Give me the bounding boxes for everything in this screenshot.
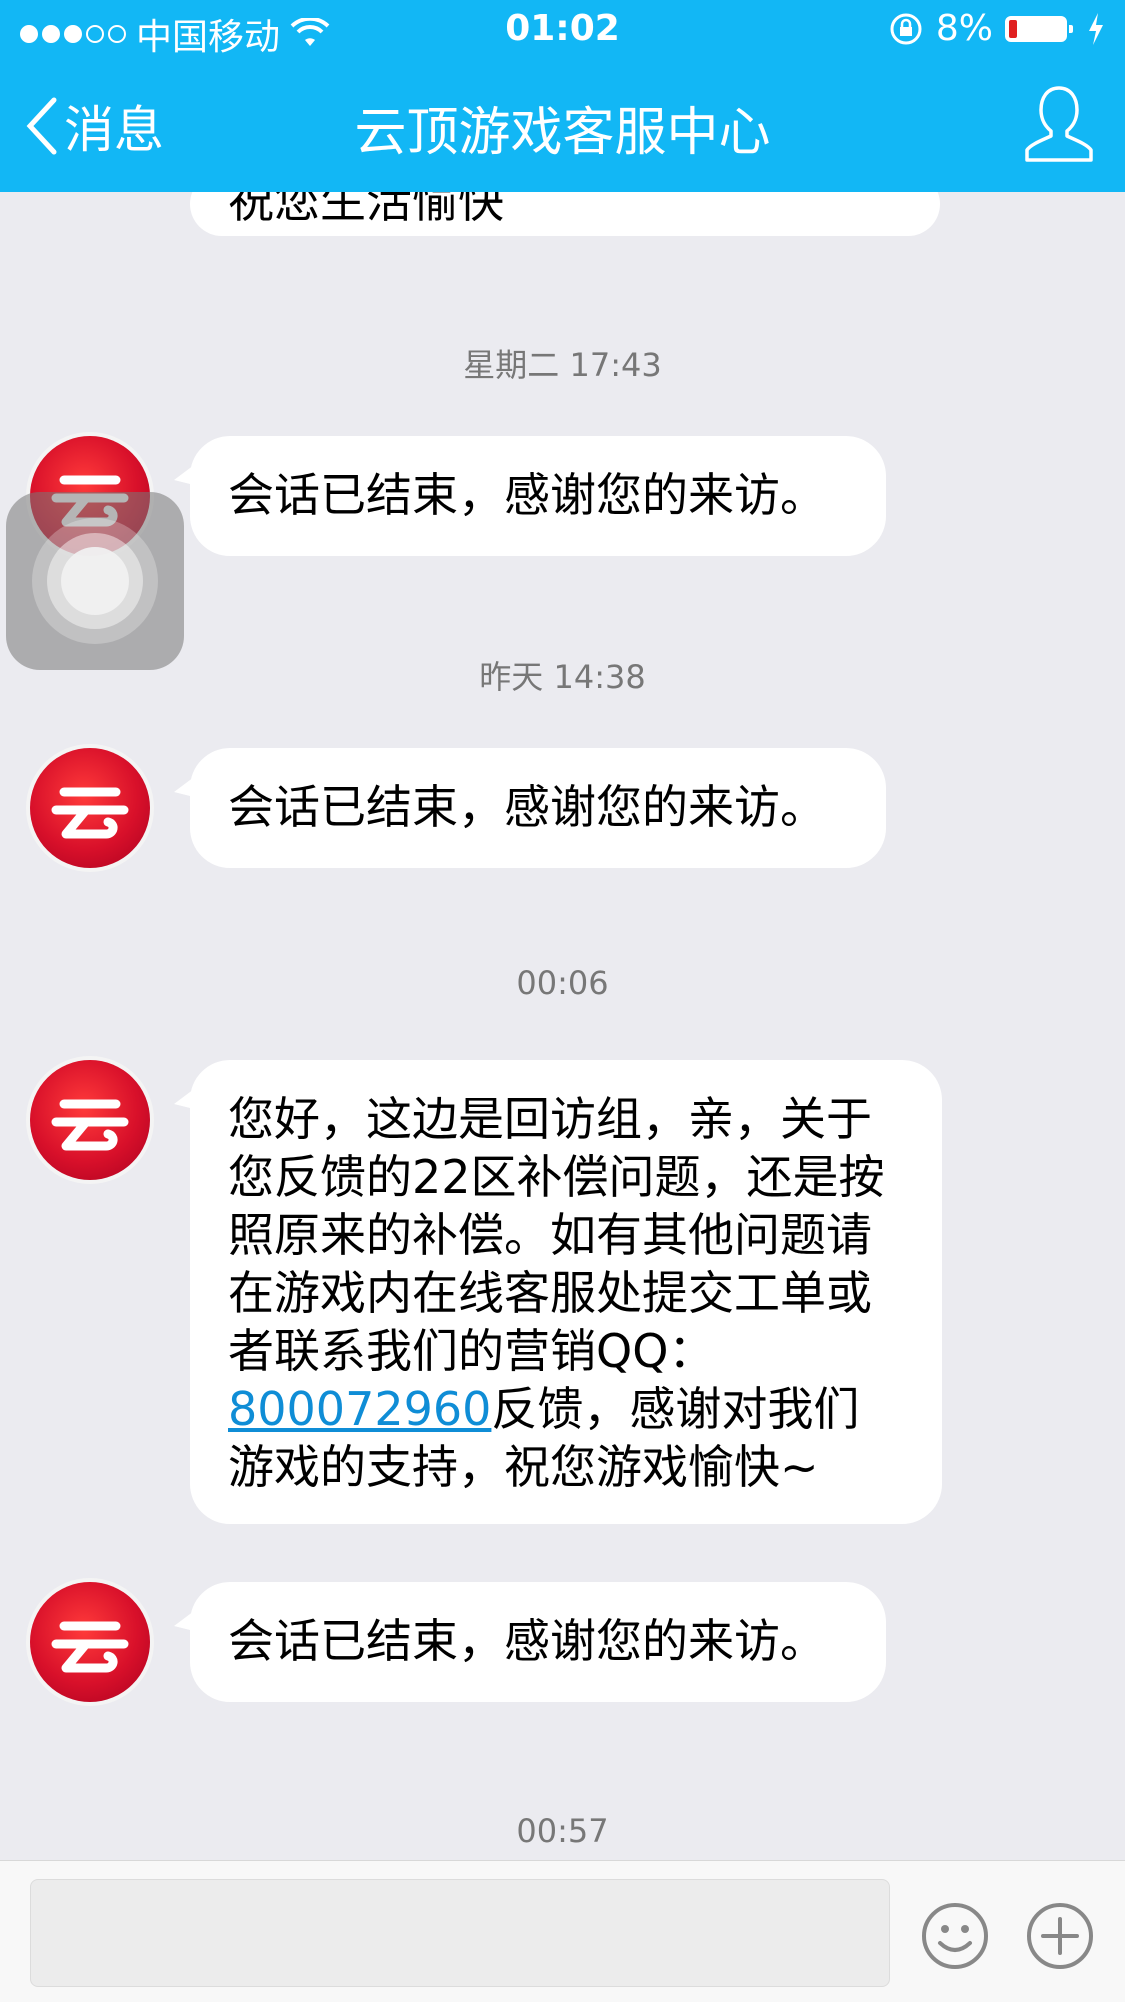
message-bubble-partial: 祝您生活愉快	[190, 192, 940, 236]
assistive-touch-button[interactable]	[6, 492, 184, 670]
emoji-icon	[922, 1903, 988, 1969]
battery-percent: 8%	[935, 8, 993, 49]
service-avatar[interactable]	[30, 1060, 150, 1180]
message-line: 您好，这边是回访组，亲，关于	[228, 1092, 872, 1146]
timestamp: 星期二 17:43	[463, 346, 662, 384]
message-text: 会话已结束，感谢您的来访。	[228, 780, 826, 834]
rotation-lock-icon	[890, 13, 922, 44]
chat-title: 云顶游戏客服中心	[354, 103, 771, 163]
message-input[interactable]	[30, 1879, 890, 1987]
message-line: 800072960反馈，感谢对我们	[228, 1380, 904, 1438]
service-avatar[interactable]	[30, 1582, 150, 1702]
message-line: 照原来的补偿。如有其他问题请	[228, 1208, 872, 1262]
message-bubble: 会话已结束，感谢您的来访。	[174, 1582, 886, 1702]
battery-icon	[1005, 15, 1073, 42]
message-text: 反馈，感谢对我们	[491, 1382, 860, 1436]
timestamp: 00:06	[516, 964, 609, 1002]
message-bubble: 会话已结束，感谢您的来访。	[174, 748, 886, 868]
message-text: 祝您生活愉快	[228, 192, 504, 228]
emoji-button[interactable]	[920, 1901, 990, 1975]
plus-icon	[1027, 1903, 1093, 1969]
qq-number-link[interactable]: 800072960	[228, 1382, 491, 1436]
plus-button[interactable]	[1025, 1901, 1095, 1975]
input-bar	[0, 1860, 1125, 2002]
timestamp: 00:57	[516, 1812, 609, 1850]
timestamp: 昨天 14:38	[479, 658, 646, 696]
charging-icon	[1089, 12, 1103, 45]
service-avatar[interactable]	[30, 748, 150, 868]
message-line: 者联系我们的营销QQ：	[228, 1324, 715, 1378]
message-bubble-long: 您好，这边是回访组，亲，关于 您反馈的22区补偿问题，还是按 照原来的补偿。如有…	[174, 1060, 942, 1524]
message-line: 游戏的支持，祝您游戏愉快~	[228, 1440, 819, 1494]
status-bar: 中国移动 01:02 8%	[0, 0, 1125, 60]
profile-icon	[1025, 86, 1093, 162]
yunding-logo-icon	[51, 1621, 129, 1673]
chat-area[interactable]: 祝您生活愉快 星期二 17:43 会话已结束，感谢您的来访。 昨天 14:38 …	[0, 192, 1125, 1860]
message-text: 会话已结束，感谢您的来访。	[228, 1614, 826, 1668]
navigation-bar: 消息 云顶游戏客服中心	[0, 60, 1125, 192]
message-line: 您反馈的22区补偿问题，还是按	[228, 1150, 885, 1204]
message-bubble: 会话已结束，感谢您的来访。	[174, 436, 886, 556]
profile-button[interactable]	[1023, 82, 1095, 170]
yunding-logo-icon	[51, 1099, 129, 1151]
message-text: 会话已结束，感谢您的来访。	[228, 468, 826, 522]
message-line: 在游戏内在线客服处提交工单或	[228, 1266, 872, 1320]
yunding-logo-icon	[51, 787, 129, 839]
